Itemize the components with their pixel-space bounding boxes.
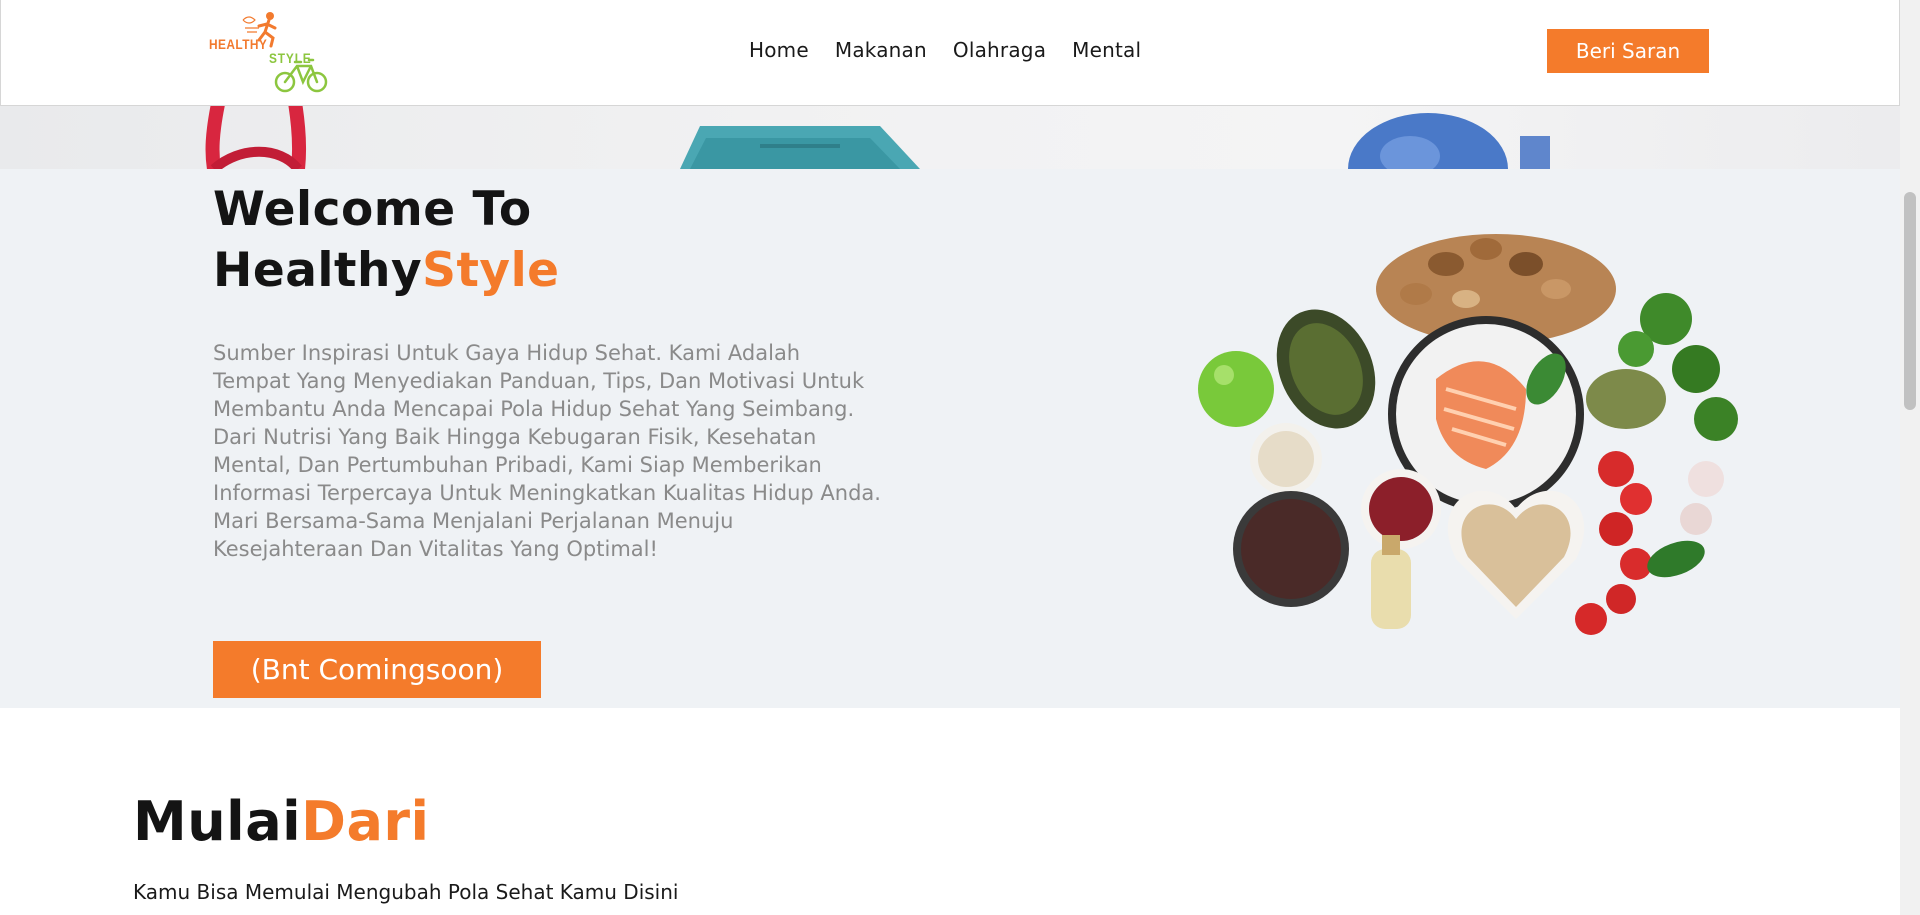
nav-home[interactable]: Home [749,38,809,62]
page-scrollbar[interactable] [1900,0,1920,915]
nav-mental[interactable]: Mental [1072,38,1141,62]
hero-title-accent: Style [422,243,560,298]
hero-description: Sumber Inspirasi Untuk Gaya Hidup Sehat.… [213,341,881,561]
hero-section: Welcome To HealthyStyle Sumber Inspirasi… [0,169,1900,708]
hero-title-line1: Welcome To [213,182,532,237]
logo-text-style: STYLE [269,50,312,66]
section-title-word: Mulai [133,790,302,853]
nav-makanan[interactable]: Makanan [835,38,927,62]
main-nav: Home Makanan Olahraga Mental [749,38,1167,62]
coming-soon-button[interactable]: (Bnt Comingsoon) [213,641,541,698]
section-subtitle: Kamu Bisa Memulai Mengubah Pola Sehat Ka… [133,880,679,904]
hero-title: Welcome To HealthyStyle [213,179,560,301]
hero-banner-image [0,106,1900,169]
healthy-food-image [1198,234,1738,635]
section-title: MulaiDari [133,790,430,853]
section-title-accent: Dari [301,790,430,853]
site-header: HEALTHY STYLE Home Makanan Olahraga Ment… [0,0,1900,106]
scrollbar-thumb[interactable] [1904,192,1916,410]
healthy-style-logo[interactable]: HEALTHY STYLE [207,6,333,98]
beri-saran-button[interactable]: Beri Saran [1547,29,1709,73]
nav-olahraga[interactable]: Olahraga [953,38,1046,62]
hero-title-word: Healthy [213,243,423,298]
logo-text-healthy: HEALTHY [209,36,268,52]
fitness-banner-art [205,106,1550,169]
